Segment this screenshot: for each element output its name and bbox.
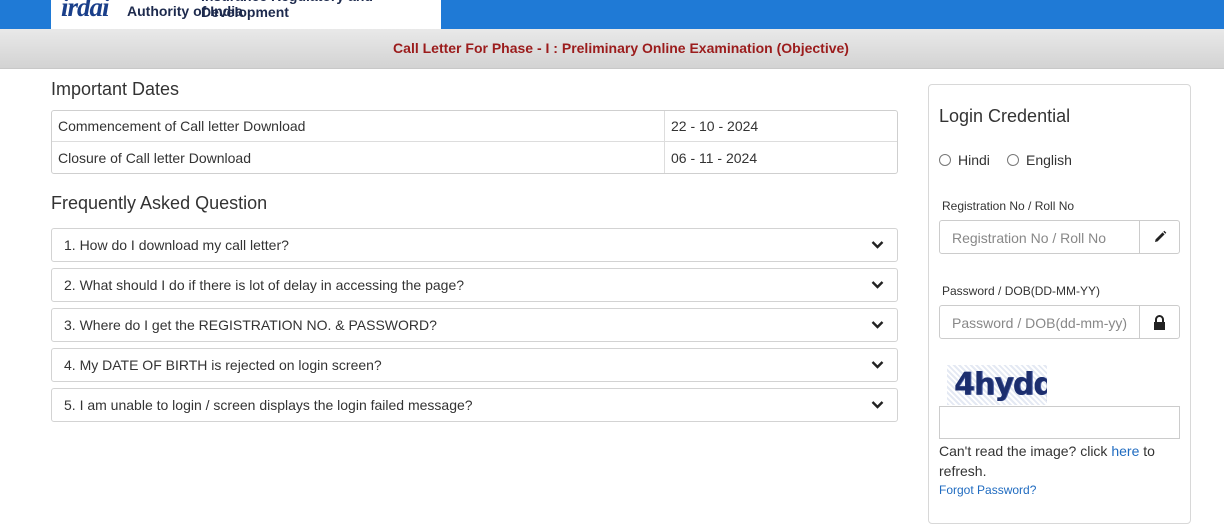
chevron-down-icon [871, 321, 884, 329]
faq-question: 2. What should I do if there is lot of d… [64, 277, 465, 293]
chevron-down-icon [871, 281, 884, 289]
refresh-prefix: Can't read the image? click [939, 443, 1108, 459]
english-label: English [1026, 152, 1072, 168]
faq-question: 5. I am unable to login / screen display… [64, 397, 473, 413]
faq-item-3[interactable]: 3. Where do I get the REGISTRATION NO. &… [51, 308, 898, 342]
hindi-label: Hindi [958, 152, 990, 168]
date-value: 22 - 10 - 2024 [664, 111, 897, 142]
captcha-image: 4hydq [947, 365, 1047, 405]
registration-input[interactable]: Registration No / Roll No [939, 220, 1180, 254]
login-panel: Login Credential Hindi English Registrat… [928, 84, 1191, 524]
faq-question: 3. Where do I get the REGISTRATION NO. &… [64, 317, 437, 333]
captcha-input[interactable] [939, 406, 1180, 439]
login-title: Login Credential [939, 106, 1071, 126]
date-label: Commencement of Call letter Download [52, 111, 664, 142]
chevron-down-icon [871, 241, 884, 249]
faq-list: 1. How do I download my call letter? 2. … [51, 228, 898, 428]
faq-item-1[interactable]: 1. How do I download my call letter? [51, 228, 898, 262]
date-value: 06 - 11 - 2024 [664, 142, 897, 173]
top-header-bar: irdai Insurance Regulatory and Developme… [0, 0, 1224, 29]
faq-question: 4. My DATE OF BIRTH is rejected on login… [64, 357, 382, 373]
table-row: Closure of Call letter Download 06 - 11 … [52, 142, 897, 173]
language-hindi-option[interactable]: Hindi [939, 152, 990, 168]
captcha-text: 4hydq [954, 366, 1047, 403]
site-logo[interactable]: irdai Insurance Regulatory and Developme… [51, 0, 441, 29]
captcha-refresh-text: Can't read the image? click here to refr… [939, 441, 1179, 481]
logo-mark: irdai [61, 0, 110, 22]
faq-item-4[interactable]: 4. My DATE OF BIRTH is rejected on login… [51, 348, 898, 382]
registration-label: Registration No / Roll No [942, 199, 1075, 213]
password-label: Password / DOB(DD-MM-YY) [942, 284, 1101, 298]
faq-item-5[interactable]: 5. I am unable to login / screen display… [51, 388, 898, 422]
forgot-password-link[interactable]: Forgot Password? [939, 483, 1036, 497]
faq-item-2[interactable]: 2. What should I do if there is lot of d… [51, 268, 898, 302]
faq-heading: Frequently Asked Question [51, 193, 268, 213]
hindi-radio[interactable] [939, 154, 951, 166]
password-placeholder: Password / DOB(dd-mm-yy) [952, 315, 1128, 331]
pencil-icon [1139, 221, 1179, 253]
language-english-option[interactable]: English [1007, 152, 1072, 168]
table-row: Commencement of Call letter Download 22 … [52, 111, 897, 142]
registration-placeholder: Registration No / Roll No [952, 230, 1107, 246]
page-title: Call Letter For Phase - I : Preliminary … [393, 40, 849, 56]
captcha-refresh-link[interactable]: here [1111, 443, 1139, 459]
important-dates-table: Commencement of Call letter Download 22 … [51, 110, 898, 174]
password-input[interactable]: Password / DOB(dd-mm-yy) [939, 305, 1180, 339]
english-radio[interactable] [1007, 154, 1019, 166]
important-dates-heading: Important Dates [51, 79, 180, 99]
lock-icon [1139, 306, 1179, 338]
chevron-down-icon [871, 361, 884, 369]
chevron-down-icon [871, 401, 884, 409]
date-label: Closure of Call letter Download [58, 149, 251, 166]
logo-org-line: Authority of India [127, 3, 243, 19]
faq-question: 1. How do I download my call letter? [64, 237, 289, 253]
page-title-bar: Call Letter For Phase - I : Preliminary … [0, 29, 1224, 69]
